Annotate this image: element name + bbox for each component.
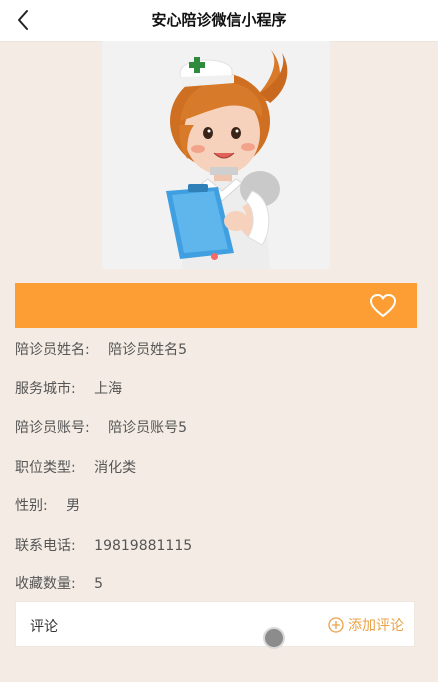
field-value: 消化类	[94, 460, 137, 476]
field-value: 陪诊员账号5	[108, 420, 188, 436]
field-label: 性别:	[15, 498, 48, 514]
field-row-favorites-count: 收藏数量: 5	[15, 573, 103, 593]
field-row-account: 陪诊员账号: 陪诊员账号5	[15, 417, 187, 437]
field-value: 19819881115	[94, 538, 193, 554]
page-title: 安心陪诊微信小程序	[151, 11, 287, 29]
carousel-indicator[interactable]	[211, 253, 218, 260]
field-label: 陪诊员姓名:	[15, 342, 90, 358]
heart-outline-icon[interactable]	[369, 293, 397, 319]
nurse-illustration	[102, 41, 330, 269]
add-comment-button[interactable]: 添加评论	[328, 615, 404, 635]
add-comment-label: 添加评论	[348, 618, 404, 634]
field-label: 收藏数量:	[15, 576, 76, 592]
field-row-phone: 联系电话: 19819881115	[15, 535, 192, 555]
field-value: 陪诊员姓名5	[108, 342, 188, 358]
comment-section: 评论 添加评论	[15, 601, 415, 647]
field-label: 陪诊员账号:	[15, 420, 90, 436]
field-row-position-type: 职位类型: 消化类	[15, 457, 136, 477]
action-bar	[15, 283, 417, 328]
field-label: 职位类型:	[15, 460, 76, 476]
field-value: 男	[66, 498, 81, 514]
top-nav-bar: 安心陪诊微信小程序	[0, 0, 438, 42]
field-row-name: 陪诊员姓名: 陪诊员姓名5	[15, 339, 187, 359]
field-row-city: 服务城市: 上海	[15, 378, 122, 398]
field-label: 服务城市:	[15, 381, 76, 397]
field-label: 联系电话:	[15, 538, 76, 554]
floating-assistive-button[interactable]	[263, 627, 285, 649]
plus-circle-icon	[328, 617, 344, 633]
field-value: 上海	[94, 381, 123, 397]
field-value: 5	[94, 576, 104, 592]
comment-label: 评论	[30, 619, 58, 635]
field-row-gender: 性别: 男	[15, 495, 80, 515]
